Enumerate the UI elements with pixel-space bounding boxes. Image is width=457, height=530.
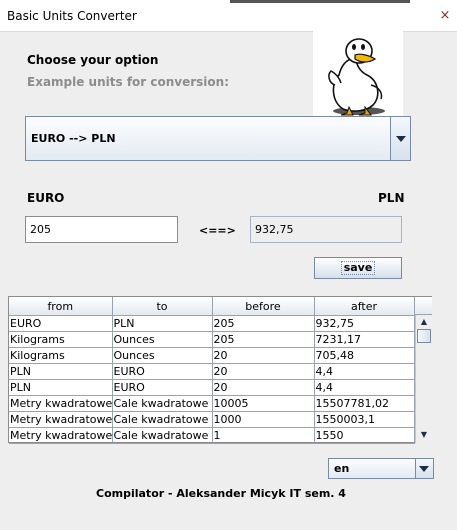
cell-after: 1550003,1 [314,411,415,428]
cell-before: 20 [212,379,315,396]
cell-before: 205 [212,331,315,348]
title-bar: Basic Units Converter × [0,0,457,32]
cell-from: Kilograms [9,331,113,348]
cell-to: EURO [112,379,213,396]
output-value-field: 932,75 [250,216,402,243]
close-button[interactable]: × [437,8,453,24]
scroll-down-icon[interactable]: ▼ [416,428,432,441]
cell-after: 15507781,02 [314,395,415,412]
cell-before: 10005 [212,395,315,412]
cell-after: 4,4 [314,363,415,380]
cell-to: EURO [112,363,213,380]
cell-from: Metry kwadratowe [9,427,113,444]
background-strip [230,0,410,3]
cell-from: EURO [9,315,113,332]
cell-to: Cale kwadratowe [112,427,213,444]
column-header-before[interactable]: before [212,297,315,316]
cell-after: 7231,17 [314,331,415,348]
table-header-corner [415,297,432,315]
scroll-thumb[interactable] [417,329,431,343]
table-row[interactable]: PLN EURO 20 4,4 [9,363,415,380]
language-selected: en [334,462,350,475]
cell-from: PLN [9,363,113,380]
history-grid: from to before after EURO PLN 205 932,75… [9,297,415,444]
example-units-label: Example units for conversion: [27,75,229,89]
save-button-label: save [340,261,376,275]
table-row[interactable]: Metry kwadratowe Cale kwadratowe 1 1550 [9,427,415,444]
cell-to: PLN [112,315,213,332]
cell-before: 205 [212,315,315,332]
column-header-to[interactable]: to [112,297,213,316]
from-unit-label: EURO [27,191,65,205]
cell-from: Metry kwadratowe [9,411,113,428]
convert-arrow-label: <==> [199,224,236,237]
conversion-option-dropdown[interactable]: EURO --> PLN [25,116,411,161]
language-dropdown-arrow[interactable] [415,459,433,478]
cell-before: 1000 [212,411,315,428]
cell-after: 705,48 [314,347,415,364]
table-row[interactable]: Metry kwadratowe Cale kwadratowe 10005 1… [9,395,415,412]
cell-before: 20 [212,363,315,380]
dropdown-arrow-button[interactable] [390,117,410,160]
cell-before: 1 [212,427,315,444]
table-row[interactable]: Kilograms Ounces 205 7231,17 [9,331,415,348]
language-dropdown[interactable]: en [328,458,434,479]
cell-after: 4,4 [314,379,415,396]
cell-to: Ounces [112,331,213,348]
table-scrollbar[interactable]: ▲ ▼ [415,315,432,443]
input-value-field[interactable]: 205 [25,216,178,243]
footer-credit: Compilator - Aleksander Micyk IT sem. 4 [96,487,346,500]
cell-after: 932,75 [314,315,415,332]
cell-after: 1550 [314,427,415,444]
selected-option: EURO --> PLN [31,132,116,145]
window-title: Basic Units Converter [7,9,137,23]
save-button[interactable]: save [314,257,402,279]
cell-from: Metry kwadratowe [9,395,113,412]
table-header-row: from to before after [9,297,415,316]
history-table: from to before after EURO PLN 205 932,75… [8,296,432,444]
scroll-up-icon[interactable]: ▲ [416,315,432,328]
table-row[interactable]: PLN EURO 20 4,4 [9,379,415,396]
chevron-down-icon [419,466,429,472]
cell-to: Cale kwadratowe [112,411,213,428]
table-row[interactable]: Kilograms Ounces 20 705,48 [9,347,415,364]
choose-option-label: Choose your option [27,53,159,67]
duck-image [313,31,403,117]
table-row[interactable]: Metry kwadratowe Cale kwadratowe 1000 15… [9,411,415,428]
chevron-down-icon [396,136,406,142]
cell-to: Cale kwadratowe [112,395,213,412]
cell-from: PLN [9,379,113,396]
duck-icon [328,38,385,116]
cell-before: 20 [212,347,315,364]
cell-to: Ounces [112,347,213,364]
column-header-from[interactable]: from [9,297,113,316]
cell-from: Kilograms [9,347,113,364]
table-row[interactable]: EURO PLN 205 932,75 [9,315,415,332]
to-unit-label: PLN [378,191,405,205]
column-header-after[interactable]: after [314,297,415,316]
